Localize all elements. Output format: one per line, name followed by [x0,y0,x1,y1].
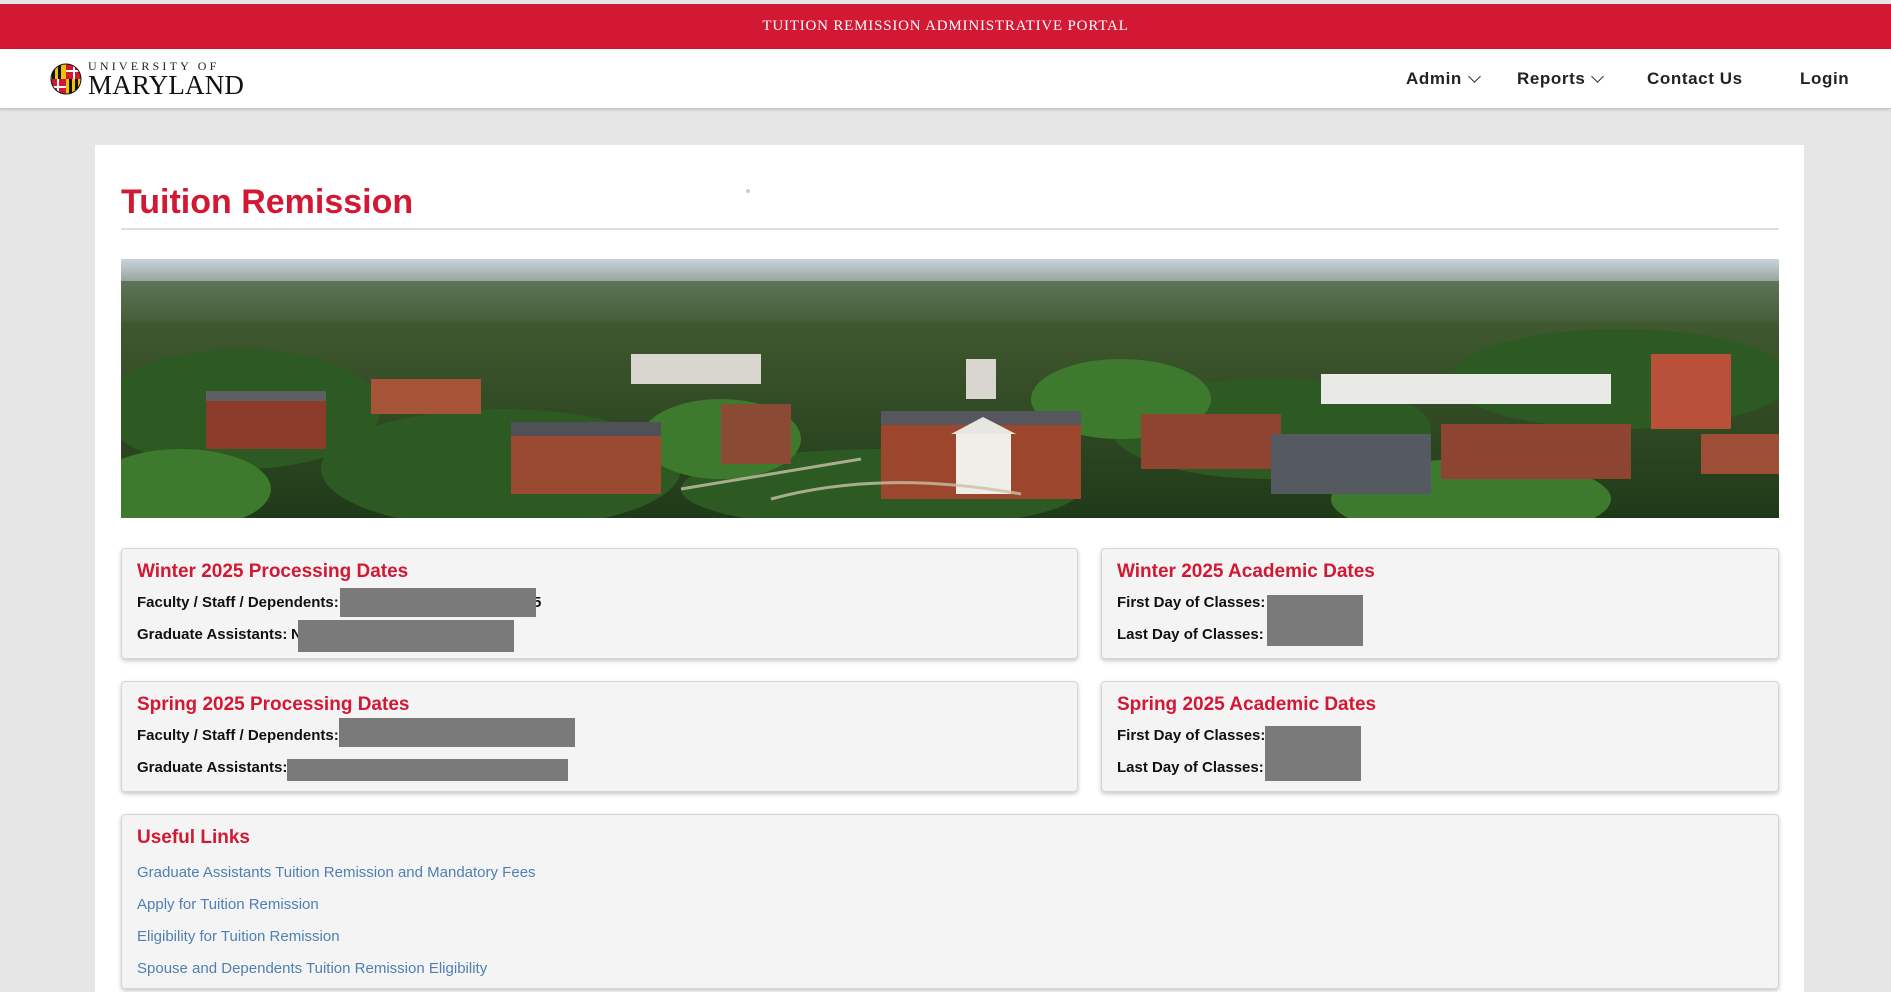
winter-academic-card: Winter 2025 Academic Dates First Day of … [1101,548,1779,659]
chevron-down-icon [1468,69,1481,83]
nav-login[interactable]: Login [1800,49,1849,109]
redacted-date-block [1267,595,1363,646]
spring-processing-card: Spring 2025 Processing Dates Faculty / S… [121,681,1078,792]
nav-admin-label: Admin [1406,69,1462,88]
first-day-label: First Day of Classes: [1117,727,1266,744]
title-divider [121,228,1779,230]
logo-wordmark-bottom: MARYLAND [88,69,245,100]
university-logo[interactable]: UNIVERSITY OF MARYLAND [50,59,244,99]
last-day-label: Last Day of Classes: [1117,759,1264,776]
last-day-label: Last Day of Classes: [1117,626,1264,643]
campus-banner-image [121,259,1779,518]
winter-processing-card: Winter 2025 Processing Dates Faculty / S… [121,548,1078,659]
winter-academic-title: Winter 2025 Academic Dates [1117,561,1375,582]
link-eligibility[interactable]: Eligibility for Tuition Remission [137,928,340,945]
link-graduate-assistants-fees[interactable]: Graduate Assistants Tuition Remission an… [137,864,536,881]
first-day-label: First Day of Classes: [1117,594,1266,611]
useful-links-card: Useful Links Graduate Assistants Tuition… [121,814,1779,989]
spring-academic-title: Spring 2025 Academic Dates [1117,694,1377,715]
faculty-staff-label: Faculty / Staff / Dependents: [137,727,339,744]
faculty-staff-label: Faculty / Staff / Dependents: [137,594,339,611]
maryland-flag-icon [50,63,82,95]
nav-contact-us[interactable]: Contact Us [1647,49,1743,109]
portal-title-bar: TUITION REMISSION ADMINISTRATIVE PORTAL [0,4,1891,49]
redacted-date-block [1265,726,1361,781]
site-header: UNIVERSITY OF MARYLAND Admin Reports Con… [0,49,1891,109]
redacted-date-block [287,759,568,781]
nav-login-label: Login [1800,69,1850,88]
graduate-assistants-label: Graduate Assistants: [137,759,288,776]
nav-reports-label: Reports [1517,69,1586,88]
useful-links-title: Useful Links [137,827,250,848]
decorative-dot [746,189,750,193]
spring-processing-title: Spring 2025 Processing Dates [137,694,410,715]
graduate-assistants-label: Graduate Assistants: [137,626,288,643]
logo-wordmark: UNIVERSITY OF MARYLAND [88,60,244,99]
nav-reports[interactable]: Reports [1517,49,1605,109]
link-spouse-dependents-eligibility[interactable]: Spouse and Dependents Tuition Remission … [137,960,487,977]
redacted-date-block [298,620,514,652]
chevron-down-icon [1591,69,1605,83]
nav-contact-label: Contact Us [1647,69,1743,88]
redacted-date-block [340,588,536,617]
link-apply-tuition-remission[interactable]: Apply for Tuition Remission [137,896,319,913]
redacted-date-block [339,718,575,747]
winter-processing-title: Winter 2025 Processing Dates [137,561,409,582]
page-title: Tuition Remission [121,183,414,221]
spring-academic-card: Spring 2025 Academic Dates First Day of … [1101,681,1779,792]
portal-title: TUITION REMISSION ADMINISTRATIVE PORTAL [762,18,1129,34]
nav-admin[interactable]: Admin [1406,49,1481,109]
